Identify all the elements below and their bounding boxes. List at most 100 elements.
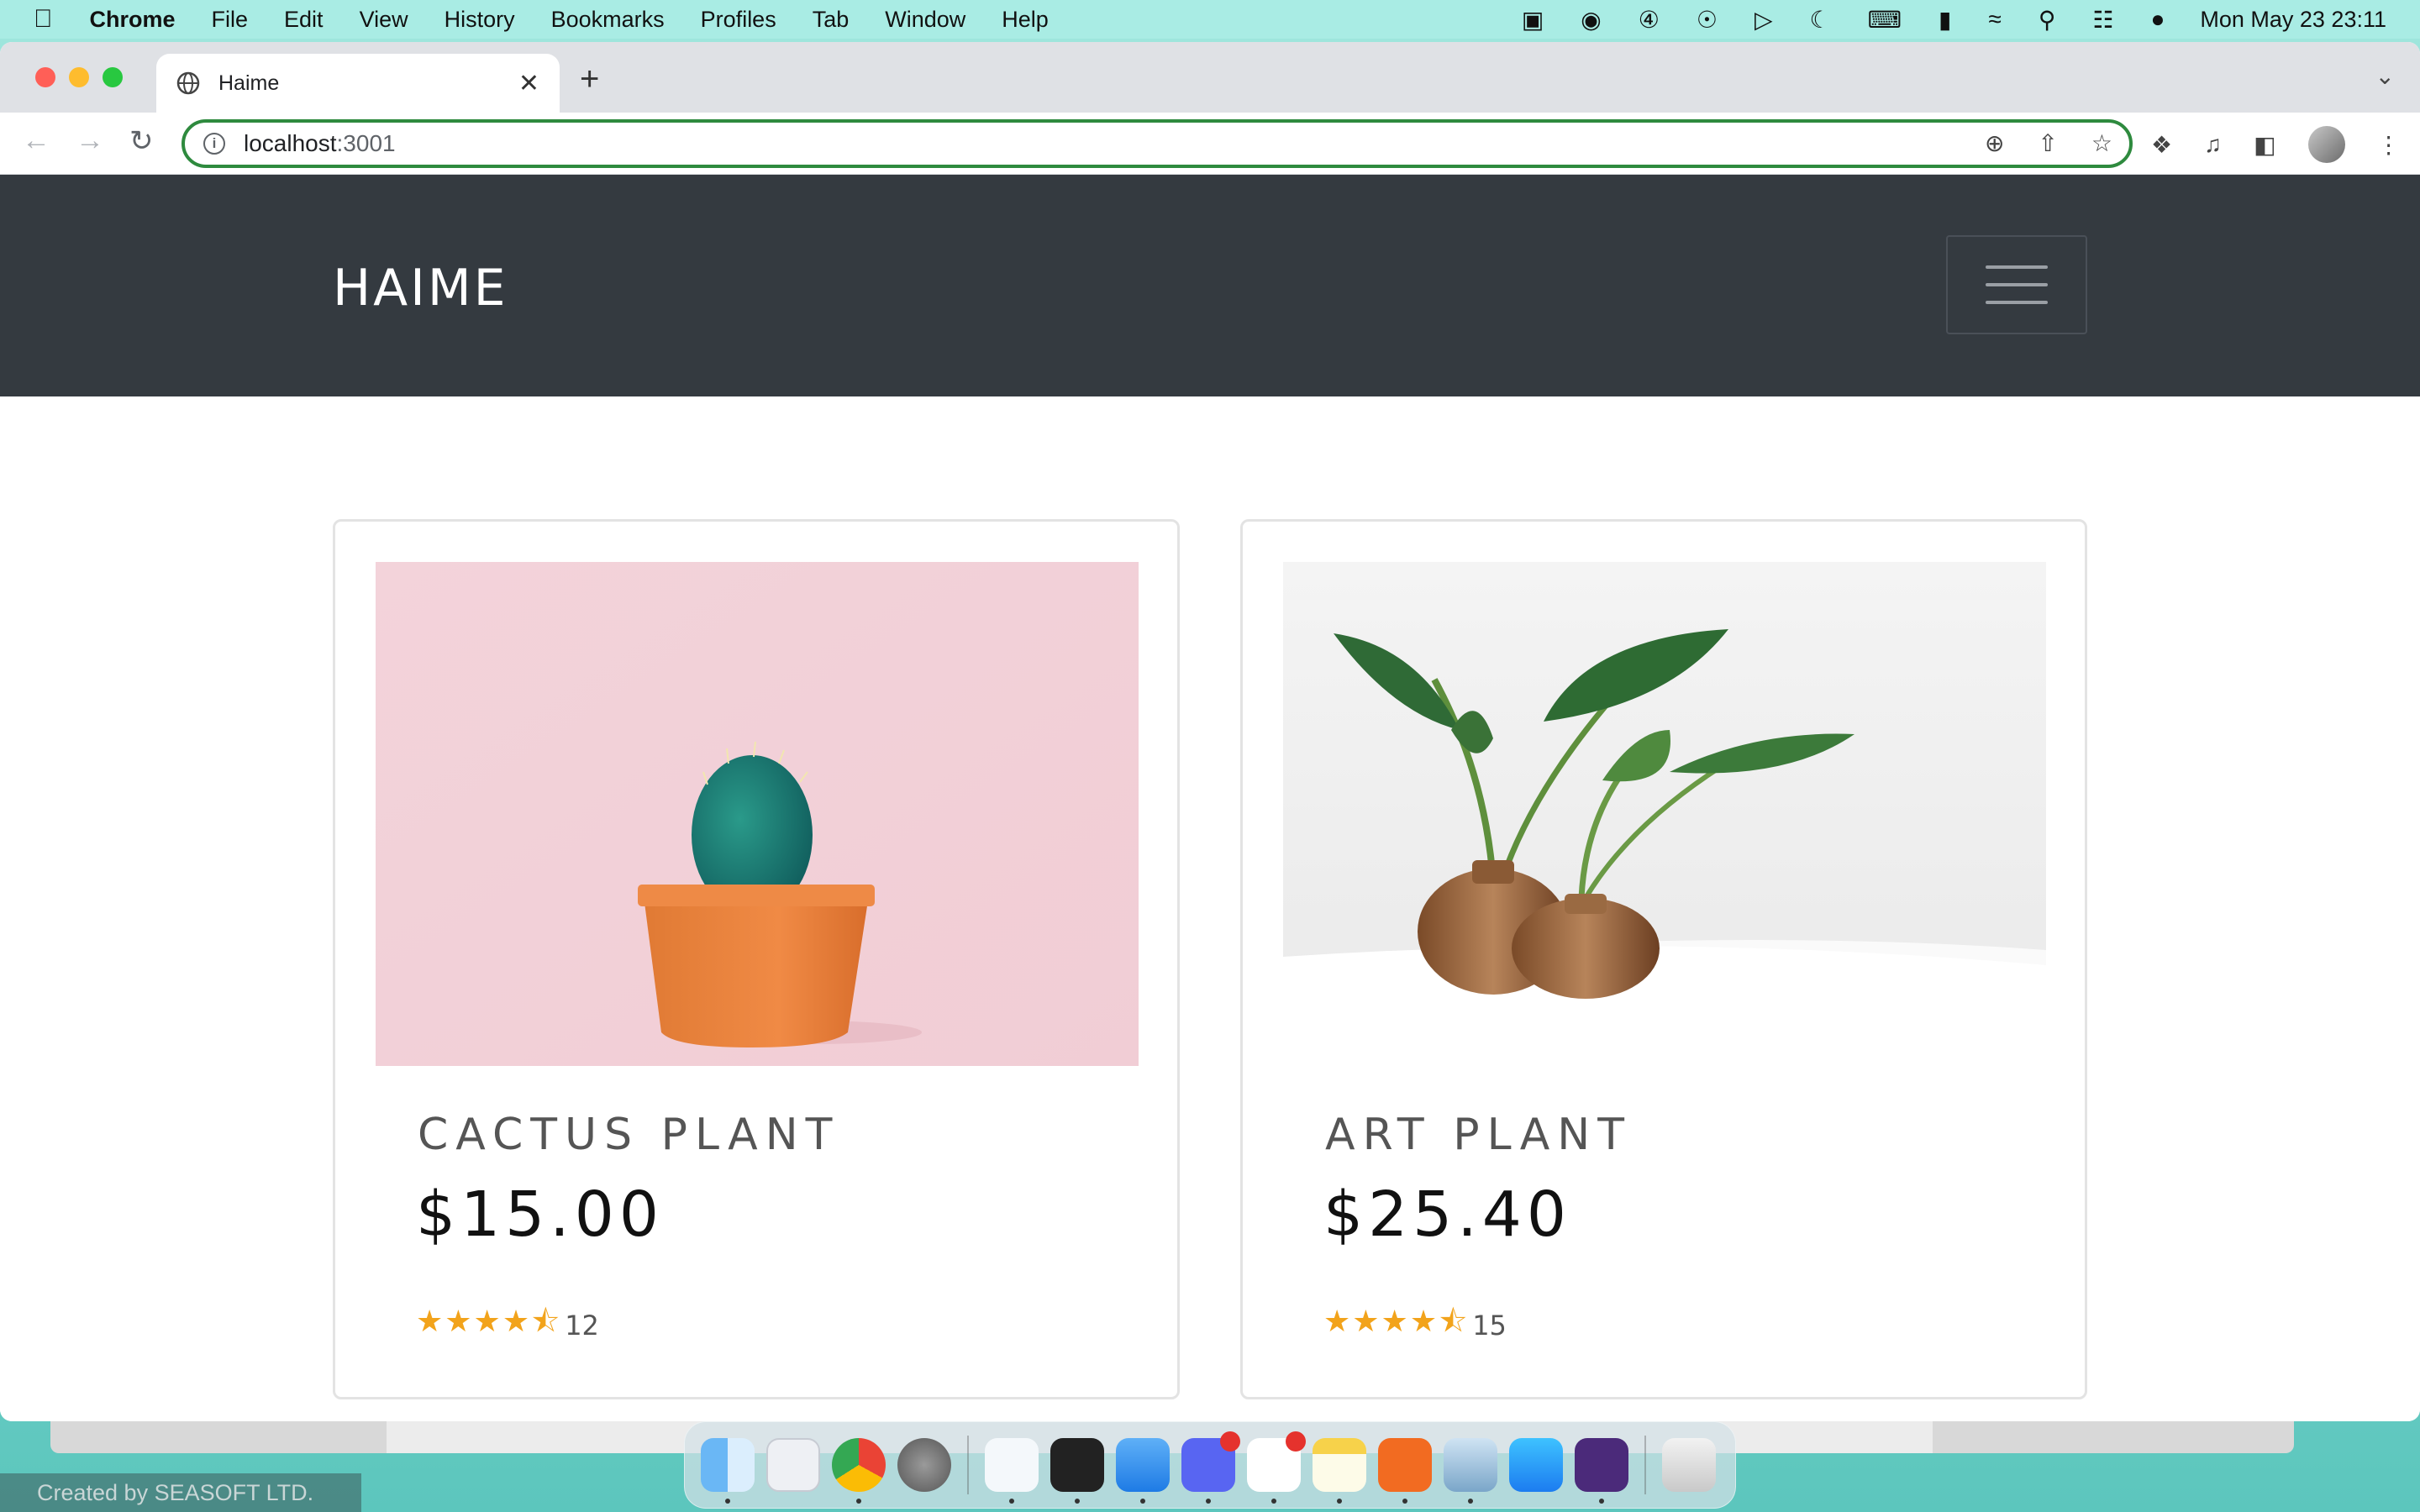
product-name[interactable]: ART PLANT	[1325, 1110, 1632, 1160]
profile-avatar[interactable]	[2307, 126, 2345, 163]
slack-icon[interactable]	[1247, 1431, 1306, 1504]
tab-haime[interactable]: Haime ✕	[156, 54, 560, 113]
zoom-icon[interactable]: ⊕	[1985, 129, 2004, 157]
running-indicator	[1009, 1499, 1014, 1504]
hamburger-line	[1986, 301, 2048, 304]
dock-separator	[967, 1436, 969, 1494]
globe-icon	[176, 71, 200, 95]
menu-edit[interactable]: Edit	[284, 7, 324, 33]
notification-badge	[1220, 1431, 1240, 1452]
notes-icon[interactable]	[1313, 1438, 1366, 1504]
site-info-icon[interactable]: i	[203, 133, 225, 155]
product-name[interactable]: CACTUS PLANT	[418, 1110, 839, 1160]
pencil-app-icon[interactable]	[1378, 1438, 1432, 1504]
menu-bar-clock[interactable]: Mon May 23 23:11	[2200, 7, 2386, 33]
moon-icon[interactable]: ☾	[1809, 6, 1830, 34]
minimize-window-button[interactable]	[69, 67, 89, 87]
macos-menu-bar:  Chrome File Edit View History Bookmark…	[0, 0, 2420, 39]
rating-stars-icon: ★★★★⯪	[1323, 1304, 1470, 1338]
product-card[interactable]: ART PLANT $25.40 ★★★★⯪ 15	[1240, 519, 2087, 1399]
menu-app-chrome[interactable]: Chrome	[90, 7, 176, 33]
created-by-label: Created by SEASOFT LTD.	[0, 1473, 361, 1512]
product-image-art-plant[interactable]	[1283, 562, 2046, 1066]
side-panel-icon[interactable]: ◧	[2254, 131, 2275, 159]
tab-search-chevron-icon[interactable]: ⌄	[2375, 62, 2395, 90]
trash-icon[interactable]	[1662, 1438, 1716, 1492]
terminal-icon[interactable]	[1050, 1438, 1104, 1504]
menu-tab[interactable]: Tab	[813, 7, 850, 33]
hamburger-line	[1986, 265, 2048, 269]
reload-icon[interactable]: ↻	[129, 124, 154, 158]
siri-icon[interactable]: ●	[2150, 6, 2165, 33]
mail-icon[interactable]	[1116, 1438, 1170, 1504]
menu-bookmarks[interactable]: Bookmarks	[551, 7, 665, 33]
product-price: $25.40	[1323, 1179, 1571, 1251]
screen-recorder-icon[interactable]	[1575, 1438, 1628, 1504]
media-control-icon[interactable]: ♫	[2204, 131, 2222, 158]
page-viewport: HAIME CACTUS PLANT $15.00 ★★★★⯪ 12 ART P…	[0, 175, 2420, 1421]
product-rating: ★★★★⯪ 15	[1323, 1299, 1507, 1351]
discord-icon[interactable]	[1181, 1431, 1240, 1504]
control-center-icon[interactable]: ☷	[2092, 6, 2113, 34]
system-preferences-icon[interactable]	[897, 1438, 951, 1492]
running-indicator	[1206, 1499, 1211, 1504]
running-indicator	[1599, 1499, 1604, 1504]
chrome-icon[interactable]	[832, 1438, 886, 1504]
menu-help[interactable]: Help	[1002, 7, 1049, 33]
menu-file[interactable]: File	[212, 7, 249, 33]
airpods-icon[interactable]: ☉	[1697, 6, 1718, 34]
kebab-menu-icon[interactable]: ⋮	[2377, 131, 2401, 159]
address-bar-actions: ⊕ ⇧ ☆	[1985, 129, 2112, 157]
menu-window[interactable]: Window	[885, 7, 965, 33]
running-indicator	[1140, 1499, 1145, 1504]
forward-arrow-icon[interactable]: →	[76, 124, 104, 157]
share-icon[interactable]: ⇧	[2038, 129, 2057, 157]
toolbar-actions: ❖ ♫ ◧ ⋮	[2151, 126, 2401, 163]
wifi-icon[interactable]: ≈	[1988, 6, 2001, 33]
number-four-icon[interactable]: ④	[1639, 6, 1660, 34]
menu-history[interactable]: History	[445, 7, 515, 33]
vscode-icon[interactable]	[985, 1438, 1039, 1504]
new-tab-button[interactable]: +	[580, 60, 599, 98]
product-rating: ★★★★⯪ 12	[416, 1299, 599, 1351]
review-count: 12	[565, 1309, 599, 1341]
site-navbar: HAIME	[0, 175, 2420, 396]
finder-icon[interactable]	[701, 1438, 755, 1504]
screenshot-icon[interactable]: ▣	[1522, 6, 1544, 34]
review-count: 15	[1472, 1309, 1507, 1341]
back-arrow-icon[interactable]: ←	[22, 124, 50, 157]
navbar-toggler-button[interactable]	[1946, 235, 2087, 334]
menu-bar-status: ▣ ◉ ④ ☉ ▷ ☾ ⌨ ▮ ≈ ⚲ ☷ ● Mon May 23 23:11	[1485, 6, 2386, 34]
launchpad-icon[interactable]	[766, 1438, 820, 1492]
running-indicator	[1468, 1499, 1473, 1504]
hamburger-line	[1986, 283, 2048, 286]
app-store-icon[interactable]	[1509, 1438, 1563, 1492]
product-card[interactable]: CACTUS PLANT $15.00 ★★★★⯪ 12	[333, 519, 1180, 1399]
close-window-button[interactable]	[35, 67, 55, 87]
product-image-cactus[interactable]	[376, 562, 1139, 1066]
battery-icon[interactable]: ▮	[1939, 6, 1951, 34]
menu-bar-left:  Chrome File Edit View History Bookmark…	[34, 5, 1085, 34]
play-icon[interactable]: ▷	[1754, 6, 1773, 34]
fullscreen-window-button[interactable]	[103, 67, 123, 87]
running-indicator	[725, 1499, 730, 1504]
menu-profiles[interactable]: Profiles	[701, 7, 776, 33]
site-brand[interactable]: HAIME	[333, 259, 508, 318]
preview-icon[interactable]	[1444, 1438, 1497, 1504]
tab-strip: Haime ✕ + ⌄	[0, 42, 2420, 113]
browser-window: Haime ✕ + ⌄ ← → ↻ i localhost:3001 ⊕ ⇧ ☆…	[0, 42, 2420, 1421]
extensions-puzzle-icon[interactable]: ❖	[2151, 131, 2172, 159]
notification-badge	[1286, 1431, 1306, 1452]
menu-view[interactable]: View	[360, 7, 408, 33]
bookmark-star-icon[interactable]: ☆	[2091, 129, 2112, 157]
keyboard-icon[interactable]: ⌨	[1868, 6, 1902, 34]
rating-stars-icon: ★★★★⯪	[416, 1304, 562, 1338]
close-tab-icon[interactable]: ✕	[518, 69, 539, 98]
running-indicator	[1075, 1499, 1080, 1504]
apple-icon[interactable]: 	[34, 5, 53, 34]
address-bar[interactable]: i localhost:3001 ⊕ ⇧ ☆	[182, 119, 2133, 168]
running-indicator	[1271, 1499, 1276, 1504]
url-host: localhost	[244, 130, 337, 156]
search-icon[interactable]: ⚲	[2039, 6, 2056, 34]
recording-icon[interactable]: ◉	[1581, 6, 1601, 34]
